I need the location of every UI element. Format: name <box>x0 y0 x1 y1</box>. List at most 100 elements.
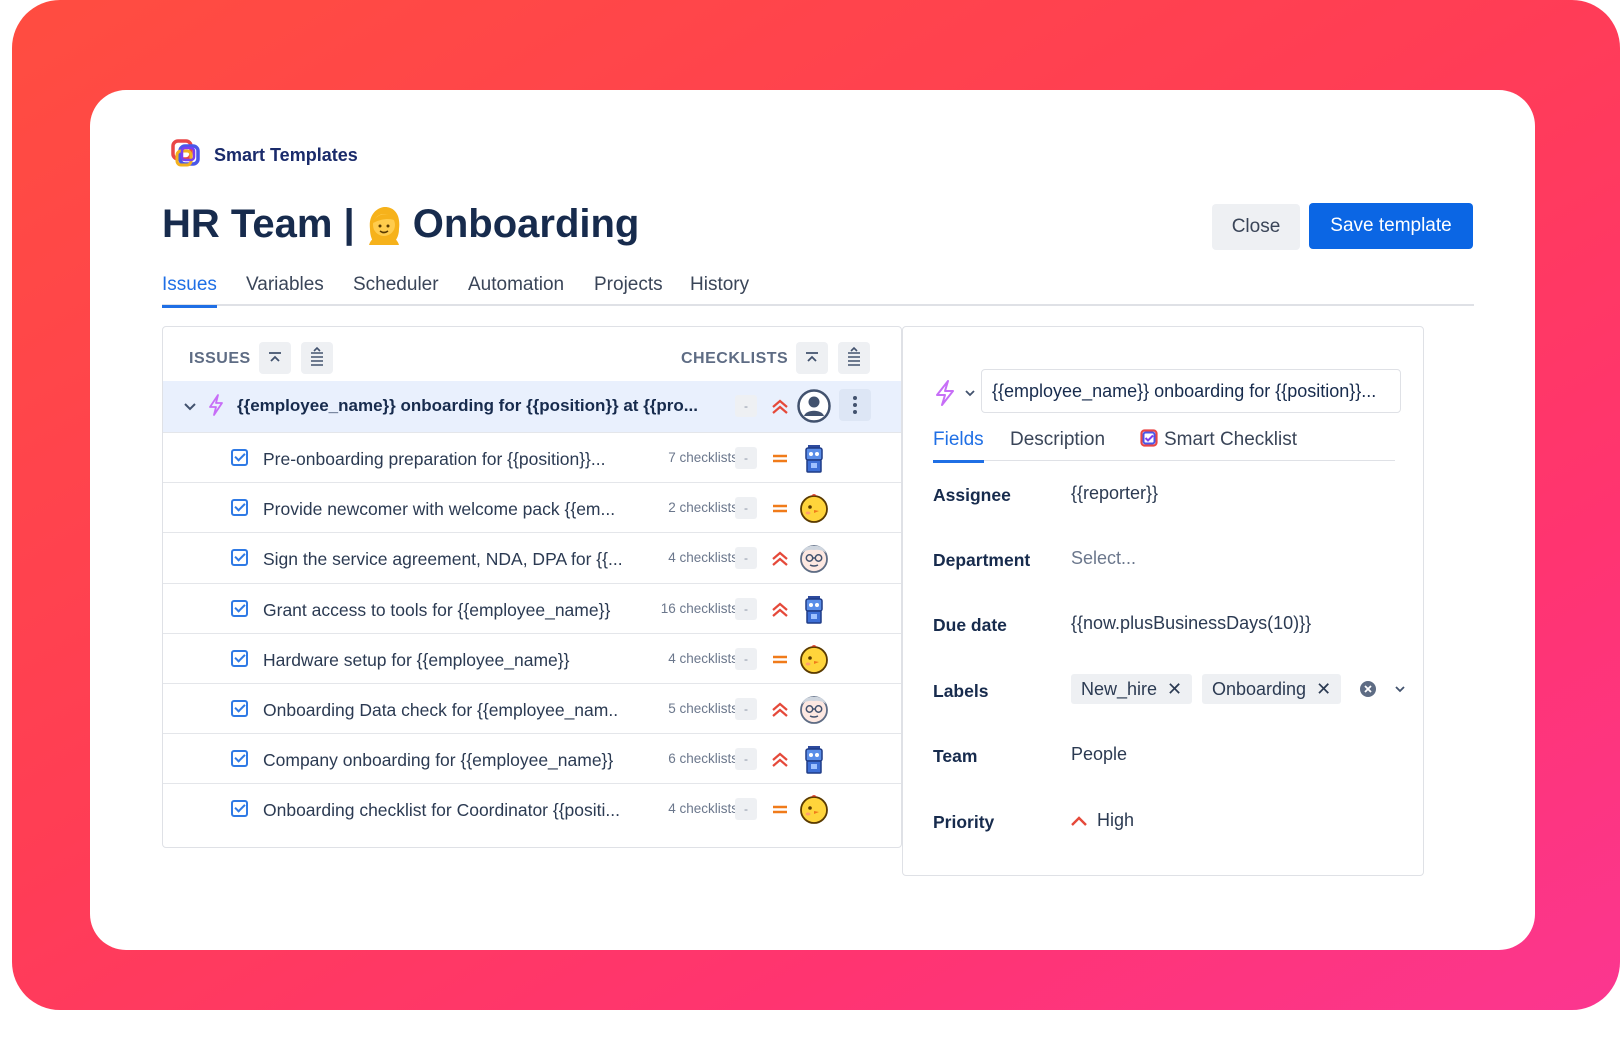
checklist-progress: - <box>735 497 757 520</box>
expand-all-icon <box>311 346 323 366</box>
priority-high-icon <box>772 752 788 768</box>
priority-high-icon <box>772 702 788 717</box>
default-avatar-icon[interactable] <box>797 389 831 423</box>
checklists-header-label: CHECKLISTS <box>681 350 789 367</box>
labels-chevron-down-icon[interactable] <box>1393 683 1407 695</box>
checklist-progress: - <box>735 798 757 821</box>
priority-medium-icon <box>773 504 787 513</box>
tab-issues[interactable]: Issues <box>162 274 217 308</box>
priority-medium-icon <box>773 806 787 814</box>
checklist-progress: - <box>735 698 757 720</box>
save-template-button[interactable]: Save template <box>1309 203 1473 249</box>
team-value[interactable]: People <box>1071 744 1127 765</box>
labels-label: Labels <box>933 681 989 701</box>
robot-avatar-icon[interactable] <box>797 742 831 776</box>
task-checkbox-icon <box>231 599 248 617</box>
child-issue-row[interactable]: Sign the service agreement, NDA, DPA for… <box>163 532 901 583</box>
close-button[interactable]: Close <box>1212 204 1300 250</box>
lightning-bolt-icon <box>209 394 223 416</box>
checklist-count: 4 checklists <box>668 650 738 666</box>
label-tag-text: Onboarding <box>1212 678 1307 699</box>
tab-description[interactable]: Description <box>1010 429 1105 461</box>
checklist-count: 16 checklists <box>660 600 738 616</box>
collapse-issues-button[interactable] <box>259 342 291 374</box>
task-checkbox-icon <box>231 649 248 667</box>
assignee-label: Assignee <box>933 485 1011 505</box>
checklist-count: 2 checklists <box>668 500 738 516</box>
child-issue-title: Onboarding checklist for Coordinator {{p… <box>263 800 620 821</box>
task-checkbox-icon <box>231 700 248 717</box>
tab-scheduler[interactable]: Scheduler <box>353 274 439 306</box>
chick-avatar-icon[interactable] <box>797 642 831 676</box>
chick-avatar-icon[interactable] <box>797 792 831 826</box>
issue-type-bolt-icon[interactable] <box>933 379 957 407</box>
child-issue-row[interactable]: Company onboarding for {{employee_name}}… <box>163 733 901 784</box>
child-issue-title: Sign the service agreement, NDA, DPA for… <box>263 549 623 570</box>
brand: Smart Templates <box>170 138 358 172</box>
child-issue-title: Grant access to tools for {{employee_nam… <box>263 599 611 620</box>
priority-medium-icon <box>773 655 787 663</box>
issue-details-panel: Fields Description Smart Checklist Assig… <box>902 326 1424 876</box>
priority-high-chevron-icon <box>1071 816 1087 826</box>
main-tabs: Issues Variables Scheduler Automation Pr… <box>162 274 1474 308</box>
tab-projects[interactable]: Projects <box>594 274 663 306</box>
summary-input[interactable] <box>981 369 1401 413</box>
child-issue-row[interactable]: Provide newcomer with welcome pack {{em.… <box>163 482 901 533</box>
label-tag: New_hire ✕ <box>1071 674 1193 704</box>
task-checkbox-icon <box>231 449 248 466</box>
priority-label: Priority <box>933 812 995 832</box>
brand-name: Smart Templates <box>214 144 358 165</box>
due-date-value[interactable]: {{now.plusBusinessDays(10)}} <box>1071 613 1311 634</box>
remove-label-icon[interactable]: ✕ <box>1316 679 1331 700</box>
more-options-button[interactable] <box>839 389 871 421</box>
scientist-avatar-icon[interactable] <box>797 541 831 575</box>
priority-high-icon <box>772 551 788 567</box>
scientist-avatar-icon[interactable] <box>797 692 831 726</box>
department-select[interactable]: Select... <box>1071 548 1136 569</box>
issues-panel: ISSUES CHECKLISTS {{employee_name}} onbo… <box>162 326 902 848</box>
chevron-down-icon[interactable] <box>181 395 199 417</box>
task-checkbox-icon <box>231 549 248 567</box>
labels-field[interactable]: New_hire ✕ Onboarding ✕ <box>1071 674 1421 704</box>
label-tag: Onboarding ✕ <box>1202 674 1342 704</box>
child-issue-title: Hardware setup for {{employee_name}} <box>263 649 570 670</box>
checklist-progress: - <box>735 748 757 771</box>
expand-issues-button[interactable] <box>301 342 333 374</box>
department-label: Department <box>933 550 1031 570</box>
smart-checklist-icon <box>1140 429 1158 447</box>
issues-panel-header: ISSUES CHECKLISTS <box>163 327 901 381</box>
parent-issue-title: {{employee_name}} onboarding for {{posit… <box>237 396 698 415</box>
robot-avatar-icon[interactable] <box>797 592 831 626</box>
robot-avatar-icon[interactable] <box>797 441 831 475</box>
child-issue-row[interactable]: Onboarding checklist for Coordinator {{p… <box>163 783 901 834</box>
tab-automation[interactable]: Automation <box>468 274 564 306</box>
expand-checklists-button[interactable] <box>838 342 870 374</box>
priority-high-icon <box>772 602 788 617</box>
collapse-checklists-button[interactable] <box>796 342 828 374</box>
clear-labels-icon[interactable] <box>1359 680 1377 698</box>
tab-variables[interactable]: Variables <box>246 274 324 306</box>
title-suffix: Onboarding <box>412 202 640 246</box>
checklist-count: 5 checklists <box>668 701 738 716</box>
parent-issue-row[interactable]: {{employee_name}} onboarding for {{posit… <box>163 381 901 432</box>
tab-smart-checklist[interactable]: Smart Checklist <box>1140 429 1297 461</box>
team-label: Team <box>933 746 978 766</box>
smart-checklist-tab-label: Smart Checklist <box>1164 429 1298 450</box>
remove-label-icon[interactable]: ✕ <box>1167 679 1182 700</box>
child-issue-row[interactable]: Pre-onboarding preparation for {{positio… <box>163 432 901 483</box>
child-issue-row[interactable]: Hardware setup for {{employee_name}} 4 ch… <box>163 632 901 684</box>
child-issue-row[interactable]: Onboarding Data check for {{employee_nam… <box>163 683 901 734</box>
child-issue-row[interactable]: Grant access to tools for {{employee_nam… <box>163 582 901 634</box>
tab-fields[interactable]: Fields <box>933 429 984 463</box>
chick-avatar-icon[interactable] <box>797 491 831 525</box>
task-checkbox-icon <box>231 750 248 768</box>
tab-history[interactable]: History <box>690 274 749 306</box>
assignee-value[interactable]: {{reporter}} <box>1071 483 1158 504</box>
checklist-count: 4 checklists <box>668 801 738 817</box>
collapse-all-icon <box>806 352 818 362</box>
expand-all-icon <box>848 346 860 366</box>
due-date-label: Due date <box>933 615 1007 635</box>
checklist-progress: - <box>735 597 757 620</box>
issue-type-chevron-down-icon[interactable] <box>963 387 977 399</box>
page-title: HR Team | Onboarding <box>162 202 639 247</box>
